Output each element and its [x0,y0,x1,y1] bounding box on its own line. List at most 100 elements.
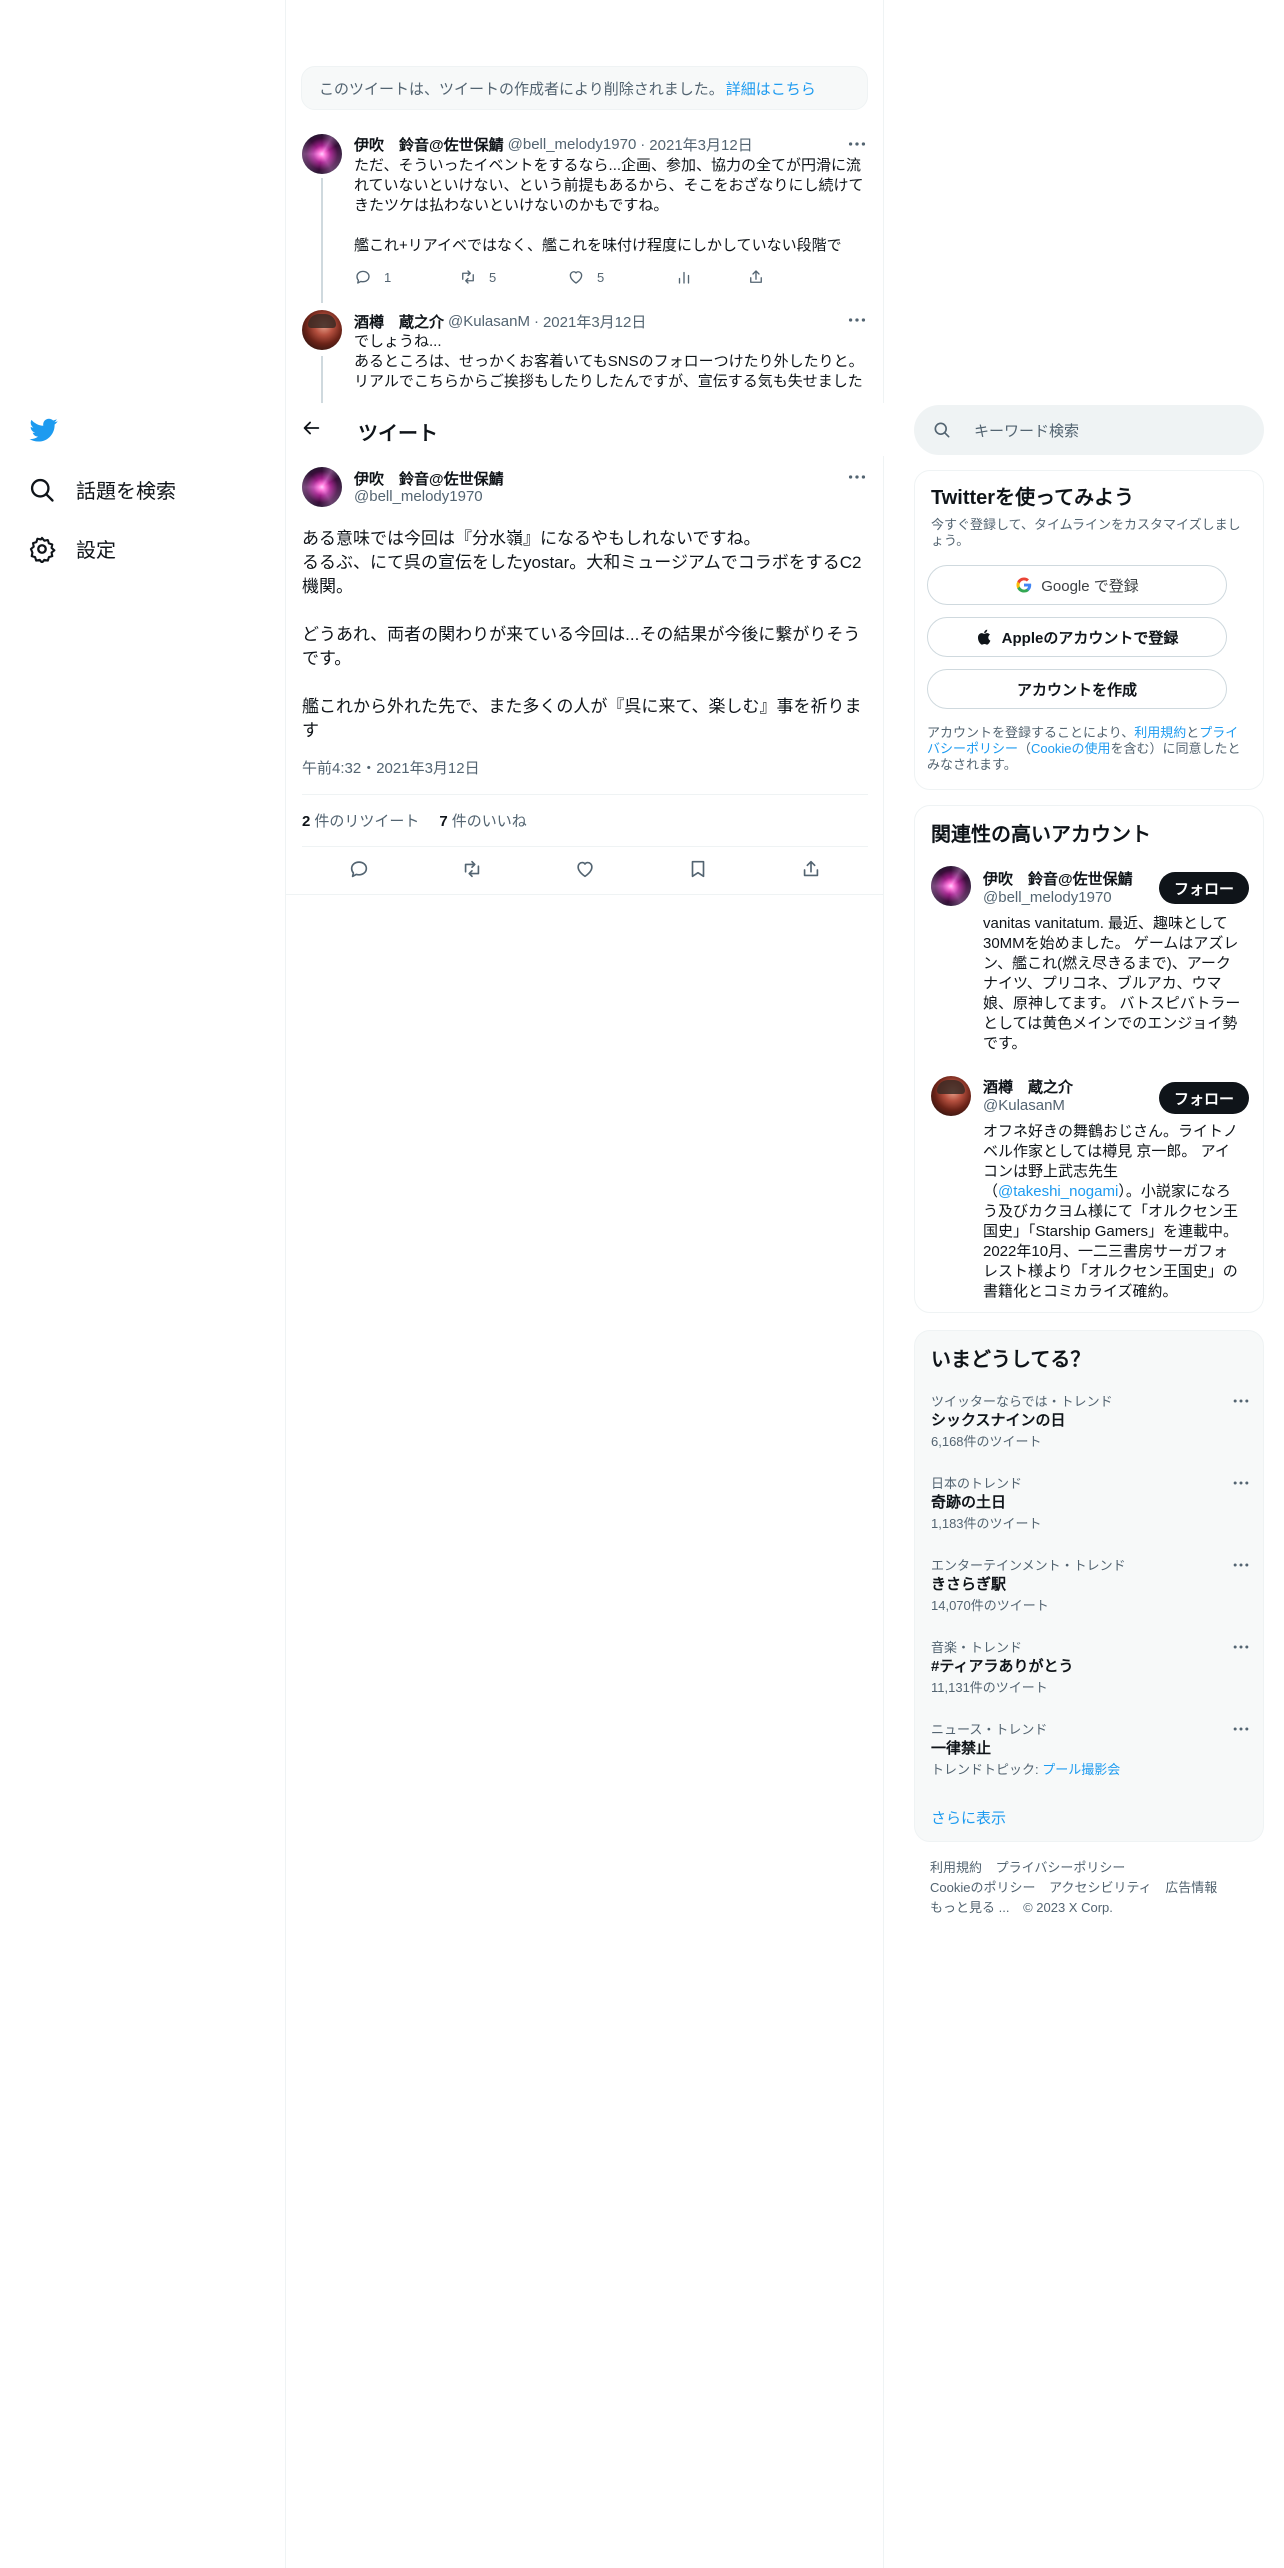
more-options-icon[interactable] [1231,1391,1251,1411]
divider [302,846,868,847]
google-signup-button[interactable]: Google で登録 [927,565,1227,605]
more-options-icon[interactable] [1231,1719,1251,1739]
page-title: ツイート [358,423,438,445]
account-name[interactable]: 酒樽 蔵之介 [983,1076,1073,1097]
author-handle[interactable]: @bell_melody1970 [508,136,637,153]
learn-more-link[interactable]: 詳細はこちら [726,78,816,99]
nav-settings-label: 設定 [76,540,116,562]
avatar[interactable] [931,866,971,906]
footer-link[interactable]: アクセシビリティ [1049,1880,1152,1895]
mention-link[interactable]: @takeshi_nogami [998,1183,1118,1200]
trend-meta: 音楽・トレンド [931,1640,1023,1655]
retweets-stat[interactable]: 2 件のリツイート [302,810,419,831]
search-icon [932,420,952,440]
share-button[interactable] [747,268,765,286]
signup-title: Twitterを使ってみよう [931,487,1135,509]
divider [286,894,884,895]
footer-link[interactable]: 広告情報 [1165,1880,1217,1895]
more-options-icon[interactable] [1231,1637,1251,1657]
author-name[interactable]: 伊吹 鈴音@佐世保鯖 [354,134,504,155]
heart-icon [577,861,593,878]
separator-dot: · [640,136,646,153]
more-options-icon[interactable] [846,133,868,155]
tweet-text: でしょうね... あるところは、せっかくお客着いてもSNSのフォローつけたり外し… [354,333,864,390]
avatar[interactable] [302,467,342,507]
retweet-count: 5 [489,269,497,285]
legal-text-1: アカウントを登録することにより、 [927,725,1135,740]
like-button[interactable] [574,858,596,880]
nav-explore-label: 話題を検索 [76,481,176,503]
create-account-label: アカウントを作成 [1016,681,1137,699]
create-account-button[interactable]: アカウントを作成 [927,669,1227,709]
bookmark-button[interactable] [687,858,709,880]
likes-stat[interactable]: 7 件のいいね [439,810,526,831]
share-button[interactable] [800,858,822,880]
right-sidebar: キーワード検索 Twitterを使ってみよう 今すぐ登録して、タイムラインをカス… [914,0,1264,2568]
deleted-tweet-notice: このツイートは、ツイートの作成者により削除されました。 詳細はこちら [301,66,868,110]
signup-legal-text: アカウントを登録することにより、利用規約とプライバシーポリシー（Cookieの使… [927,725,1247,773]
separator-dot: · [533,313,539,330]
reply-button[interactable] [348,858,370,880]
apple-icon [977,629,990,645]
reply-button[interactable]: 1 [354,268,459,286]
retweet-button[interactable]: 5 [459,268,567,286]
footer-more-link[interactable]: もっと見る ... [930,1900,1009,1915]
follow-button[interactable]: フォロー [1159,1082,1249,1114]
follow-button[interactable]: フォロー [1159,872,1249,904]
trend-count: 11,131件のツイート [931,1680,1048,1695]
cookie-link[interactable]: Cookieの使用 [1031,741,1110,756]
trend-meta: ツイッターならでは・トレンド [931,1394,1113,1409]
account-handle[interactable]: @KulasanM [983,1097,1065,1114]
apple-signup-button[interactable]: Appleのアカウントで登録 [927,617,1227,657]
author-handle[interactable]: @KulasanM [448,313,530,330]
retweet-total: 2 [302,813,311,830]
author-handle[interactable]: @bell_melody1970 [354,488,483,505]
trends-card: いまどうしてる？ ツイッターならでは・トレンド シックスナインの日 6,168件… [914,1330,1264,1842]
tweet-timestamp[interactable]: 午前4:32・2021年3月12日 [302,757,480,778]
retweet-button[interactable] [461,858,483,880]
more-options-icon[interactable] [1231,1473,1251,1493]
more-options-icon[interactable] [1231,1555,1251,1575]
twitter-logo-icon[interactable] [28,416,64,446]
analytics-button[interactable] [675,268,747,286]
back-arrow-icon[interactable] [300,417,324,441]
tweet-header: 伊吹 鈴音@佐世保鯖 @bell_melody1970 · 2021年3月12日 [354,134,753,155]
avatar[interactable] [302,134,342,174]
tweet-actions: 1 5 5 [354,268,804,286]
tweet-date[interactable]: 2021年3月12日 [649,134,752,155]
tweet-column: このツイートは、ツイートの作成者により削除されました。 詳細はこちら 伊吹 鈴音… [286,0,884,2568]
search-input[interactable]: キーワード検索 [974,420,1079,441]
avatar[interactable] [302,310,342,350]
search-bar[interactable]: キーワード検索 [914,405,1264,455]
legal-paren: （ [1018,741,1032,756]
nav-explore[interactable]: 話題を検索 [28,475,176,504]
more-options-icon[interactable] [846,309,868,331]
author-name[interactable]: 酒樽 蔵之介 [354,311,444,332]
avatar[interactable] [931,1076,971,1116]
footer-link[interactable]: Cookieのポリシー [930,1880,1035,1895]
account-name[interactable]: 伊吹 鈴音@佐世保鯖 [983,868,1133,889]
legal-and: と [1186,725,1200,740]
account-handle[interactable]: @bell_melody1970 [983,889,1112,906]
signup-card: Twitterを使ってみよう 今すぐ登録して、タイムラインをカスタマイズしましょ… [914,470,1264,790]
tweet-date[interactable]: 2021年3月12日 [543,311,646,332]
author-name[interactable]: 伊吹 鈴音@佐世保鯖 [354,468,504,489]
show-more-link[interactable]: さらに表示 [931,1807,1006,1828]
engagement-counts: 2 件のリツイート 7 件のいいね [302,810,527,831]
retweet-icon [462,270,474,284]
nav-settings[interactable]: 設定 [28,534,116,563]
trend-name: きさらぎ駅 [931,1576,1007,1593]
share-icon [750,270,762,283]
analytics-icon [678,271,690,284]
retweet-label: 件のリツイート [314,813,420,830]
more-options-icon[interactable] [846,466,868,488]
footer-link[interactable]: 利用規約 [930,1860,982,1875]
like-count: 5 [597,269,605,285]
trend-name: シックスナインの日 [931,1412,1066,1429]
footer-link[interactable]: プライバシーポリシー [996,1860,1126,1875]
trend-topic-link[interactable]: プール撮影会 [1042,1762,1120,1777]
copyright: © 2023 X Corp. [1023,1900,1113,1915]
like-button[interactable]: 5 [567,268,675,286]
terms-link[interactable]: 利用規約 [1134,725,1186,740]
trend-meta: エンターテインメント・トレンド [931,1558,1126,1573]
